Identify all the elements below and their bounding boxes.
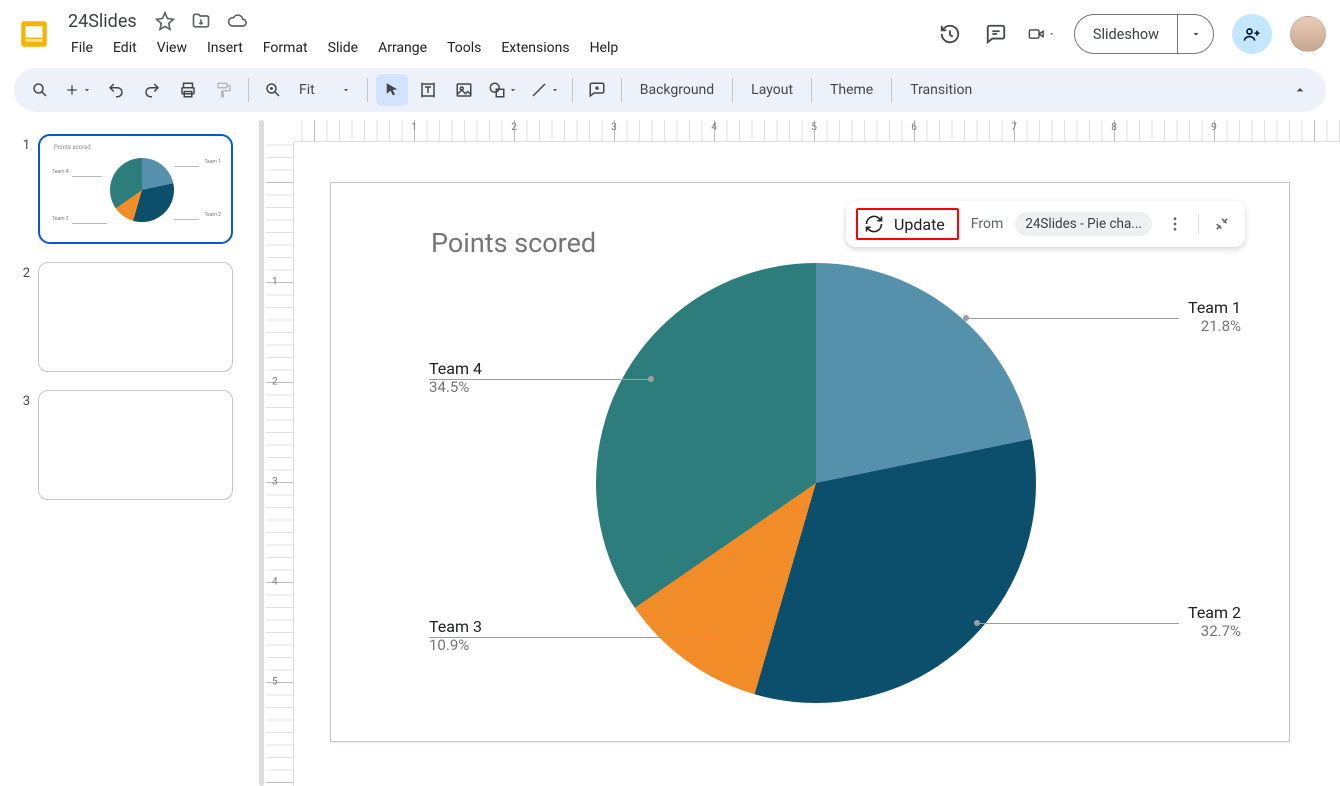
from-label: From bbox=[971, 216, 1003, 232]
leader-line bbox=[429, 637, 709, 638]
redo-icon[interactable] bbox=[136, 74, 168, 106]
separator bbox=[732, 78, 733, 102]
leader-dot bbox=[963, 315, 969, 321]
slide-panel: 1 Points scored Team 1 Team 4 Team 2 Tea… bbox=[0, 120, 258, 786]
doc-title[interactable]: 24Slides bbox=[64, 9, 141, 34]
menu-slide[interactable]: Slide bbox=[321, 36, 365, 60]
chart-title: Points scored bbox=[431, 227, 596, 259]
slideshow-group: Slideshow bbox=[1074, 14, 1214, 54]
separator bbox=[1198, 214, 1199, 234]
leader-line bbox=[429, 379, 651, 380]
menu-format[interactable]: Format bbox=[256, 36, 315, 60]
undo-icon[interactable] bbox=[100, 74, 132, 106]
slide-thumb-2[interactable] bbox=[38, 262, 233, 372]
slice-label-team2: Team 2 32.7% bbox=[1188, 603, 1241, 640]
collapse-toolbar-icon[interactable] bbox=[1284, 74, 1316, 106]
leader-line bbox=[964, 318, 1179, 319]
separator bbox=[621, 78, 622, 102]
leader-dot bbox=[648, 376, 654, 382]
separator bbox=[572, 78, 573, 102]
slide-number: 3 bbox=[14, 390, 30, 409]
menu-tools[interactable]: Tools bbox=[440, 36, 488, 60]
layout-button[interactable]: Layout bbox=[741, 74, 803, 106]
star-icon[interactable] bbox=[153, 9, 177, 33]
update-label: Update bbox=[894, 215, 945, 234]
slide-thumb-3[interactable] bbox=[38, 390, 233, 500]
leader-line bbox=[974, 623, 1179, 624]
zoom-icon[interactable] bbox=[257, 74, 289, 106]
menu-insert[interactable]: Insert bbox=[200, 36, 250, 60]
cloud-status-icon[interactable] bbox=[225, 9, 249, 33]
menu-view[interactable]: View bbox=[150, 36, 194, 60]
move-to-folder-icon[interactable] bbox=[189, 9, 213, 33]
thumb-chart-title: Points scored bbox=[54, 144, 91, 151]
slide-number: 1 bbox=[14, 134, 30, 153]
panel-splitter[interactable] bbox=[258, 120, 266, 786]
linked-chart-toolbar: Update From 24Slides - Pie cha... bbox=[846, 201, 1245, 247]
comment-add-icon[interactable] bbox=[581, 74, 613, 106]
app-icon[interactable] bbox=[14, 14, 54, 54]
share-button[interactable] bbox=[1232, 14, 1272, 54]
textbox-icon[interactable] bbox=[412, 74, 444, 106]
menu-extensions[interactable]: Extensions bbox=[494, 36, 576, 60]
slide-number: 2 bbox=[14, 262, 30, 281]
theme-button[interactable]: Theme bbox=[820, 74, 883, 106]
background-button[interactable]: Background bbox=[630, 74, 724, 106]
zoom-select[interactable]: Fit bbox=[293, 74, 359, 106]
chart-source-chip[interactable]: 24Slides - Pie cha... bbox=[1015, 212, 1152, 236]
print-icon[interactable] bbox=[172, 74, 204, 106]
update-chart-button[interactable]: Update bbox=[856, 208, 959, 240]
meet-button[interactable] bbox=[1028, 20, 1056, 48]
leader-dot bbox=[974, 620, 980, 626]
image-icon[interactable] bbox=[448, 74, 480, 106]
toolbar: Fit Background Layout Theme Transition bbox=[14, 68, 1326, 112]
canvas-area: 1 2 3 4 5 6 7 8 9 1 2 3 4 5 Points score… bbox=[266, 120, 1340, 786]
horizontal-ruler: 1 2 3 4 5 6 7 8 9 bbox=[294, 120, 1340, 142]
separator bbox=[811, 78, 812, 102]
menu-file[interactable]: File bbox=[64, 36, 100, 60]
menu-arrange[interactable]: Arrange bbox=[371, 36, 434, 60]
slide-thumb-1[interactable]: Points scored Team 1 Team 4 Team 2 Team … bbox=[38, 134, 233, 244]
slice-label-team4: Team 4 34.5% bbox=[429, 359, 482, 396]
history-icon[interactable] bbox=[936, 20, 964, 48]
thumb-pie-icon bbox=[110, 158, 174, 222]
slideshow-button[interactable]: Slideshow bbox=[1075, 15, 1177, 53]
comments-icon[interactable] bbox=[982, 20, 1010, 48]
line-icon[interactable] bbox=[526, 74, 564, 106]
menu-bar: File Edit View Insert Format Slide Arran… bbox=[64, 36, 625, 60]
search-menus-icon[interactable] bbox=[24, 74, 56, 106]
separator bbox=[248, 78, 249, 102]
unlink-chart-icon[interactable] bbox=[1211, 215, 1233, 233]
vertical-ruler: 1 2 3 4 5 bbox=[266, 142, 294, 786]
slice-label-team1: Team 1 21.8% bbox=[1188, 298, 1241, 335]
shape-icon[interactable] bbox=[484, 74, 522, 106]
slice-label-team3: Team 3 10.9% bbox=[429, 617, 482, 654]
slide-canvas[interactable]: Points scored Update From 24Slides - Pie… bbox=[330, 182, 1290, 742]
separator bbox=[367, 78, 368, 102]
select-tool-icon[interactable] bbox=[376, 74, 408, 106]
transition-button[interactable]: Transition bbox=[900, 74, 982, 106]
account-avatar[interactable] bbox=[1290, 16, 1326, 52]
slideshow-dropdown[interactable] bbox=[1177, 15, 1213, 53]
menu-edit[interactable]: Edit bbox=[106, 36, 144, 60]
new-slide-button[interactable] bbox=[60, 74, 96, 106]
chart-options-icon[interactable] bbox=[1164, 215, 1186, 233]
separator bbox=[891, 78, 892, 102]
paint-format-icon[interactable] bbox=[208, 74, 240, 106]
zoom-label: Fit bbox=[299, 82, 315, 98]
menu-help[interactable]: Help bbox=[583, 36, 626, 60]
